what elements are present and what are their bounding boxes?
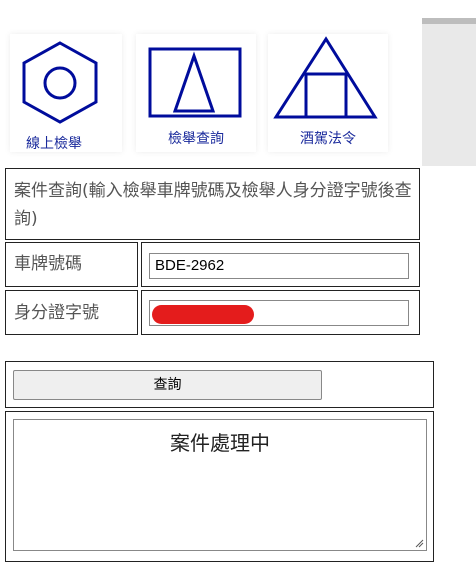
query-title: 案件查詢(輸入檢舉車牌號碼及檢舉人身分證字號後查詢)	[14, 181, 412, 229]
nav-tile-online-report[interactable]: 線上檢舉	[10, 34, 122, 152]
top-banner-edge	[422, 18, 476, 24]
nav-tile-report-query[interactable]: 檢舉查詢	[136, 34, 256, 152]
nav-tile-label: 酒駕法令	[300, 131, 356, 147]
result-box: 案件處理中	[5, 411, 434, 562]
plate-label: 車牌號碼	[14, 254, 82, 274]
nav-tile-drunk-driving-law[interactable]: 酒駕法令	[268, 34, 388, 152]
id-label-cell: 身分證字號	[5, 290, 138, 335]
id-label: 身分證字號	[14, 303, 99, 323]
plate-label-cell: 車牌號碼	[5, 242, 138, 287]
nav-tile-label: 檢舉查詢	[168, 131, 224, 147]
nav-tile-label: 線上檢舉	[26, 136, 82, 152]
result-text: 案件處理中	[170, 431, 270, 455]
id-input-cell	[141, 290, 420, 335]
query-button[interactable]: 查詢	[13, 370, 322, 400]
result-textarea[interactable]: 案件處理中	[13, 419, 427, 551]
plate-number-input[interactable]: BDE-2962	[149, 253, 409, 279]
resize-handle-icon[interactable]	[414, 538, 424, 548]
plate-input-cell: BDE-2962	[141, 242, 420, 287]
redaction-mark	[152, 305, 254, 324]
query-button-box: 查詢	[5, 361, 434, 408]
query-title-box: 案件查詢(輸入檢舉車牌號碼及檢舉人身分證字號後查詢)	[5, 168, 420, 240]
